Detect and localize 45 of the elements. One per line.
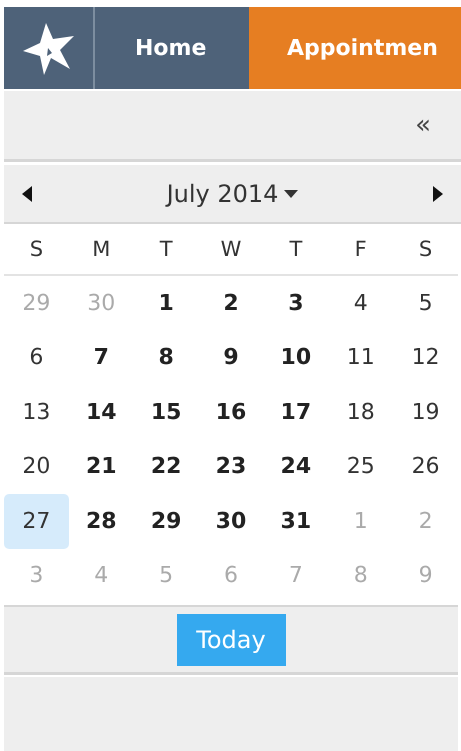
calendar-day[interactable]: 4 bbox=[328, 276, 394, 330]
calendar-day[interactable]: 23 bbox=[198, 440, 264, 494]
calendar-day[interactable]: 2 bbox=[198, 276, 264, 330]
calendar-day[interactable]: 28 bbox=[68, 494, 134, 548]
calendar-day[interactable]: 15 bbox=[134, 385, 199, 440]
calendar-day[interactable]: 22 bbox=[134, 440, 199, 494]
weekday-label: M bbox=[68, 224, 134, 276]
calendar-day[interactable]: 26 bbox=[393, 440, 458, 494]
calendar-day[interactable]: 20 bbox=[4, 440, 69, 494]
calendar-day[interactable]: 21 bbox=[68, 440, 134, 494]
weekday-label: W bbox=[198, 224, 264, 276]
calendar-day[interactable]: 14 bbox=[68, 385, 134, 440]
previous-month-button[interactable] bbox=[22, 186, 32, 202]
calendar-day[interactable]: 1 bbox=[134, 276, 199, 330]
nav-tab[interactable]: Home bbox=[95, 7, 249, 89]
caret-icon bbox=[284, 190, 298, 198]
weekday-label: F bbox=[328, 224, 394, 276]
calendar-day[interactable]: 11 bbox=[328, 330, 394, 385]
weekday-label: T bbox=[263, 224, 328, 276]
calendar-day[interactable]: 30 bbox=[198, 494, 264, 548]
calendar-day[interactable]: 10 bbox=[263, 330, 328, 385]
calendar-day[interactable]: 18 bbox=[328, 385, 394, 440]
weekday-label: S bbox=[4, 224, 69, 276]
calendar-day[interactable]: 12 bbox=[393, 330, 458, 385]
month-selector[interactable]: July 2014 bbox=[166, 180, 298, 208]
calendar-day[interactable]: 25 bbox=[328, 440, 394, 494]
next-month-button[interactable] bbox=[433, 186, 443, 202]
calendar-day[interactable]: 16 bbox=[198, 385, 264, 440]
calendar-day[interactable]: 6 bbox=[4, 330, 69, 385]
calendar-day[interactable]: 19 bbox=[393, 385, 458, 440]
collapse-button[interactable]: « bbox=[415, 110, 431, 140]
calendar-day[interactable]: 13 bbox=[4, 385, 69, 440]
calendar-day[interactable]: 24 bbox=[263, 440, 328, 494]
calendar-day[interactable]: 27 bbox=[4, 494, 69, 548]
weekday-label: T bbox=[134, 224, 199, 276]
calendar-day[interactable]: 5 bbox=[393, 276, 458, 330]
weekday-label: S bbox=[393, 224, 458, 276]
logo[interactable] bbox=[4, 7, 95, 89]
calendar-day[interactable]: 17 bbox=[263, 385, 328, 440]
calendar-day[interactable]: 7 bbox=[68, 330, 134, 385]
calendar-day[interactable]: 31 bbox=[263, 494, 328, 548]
calendar-day[interactable]: 29 bbox=[134, 494, 199, 548]
calendar-day[interactable]: 3 bbox=[263, 276, 328, 330]
calendar-day[interactable]: 8 bbox=[134, 330, 199, 385]
calendar-day[interactable]: 9 bbox=[198, 330, 264, 385]
